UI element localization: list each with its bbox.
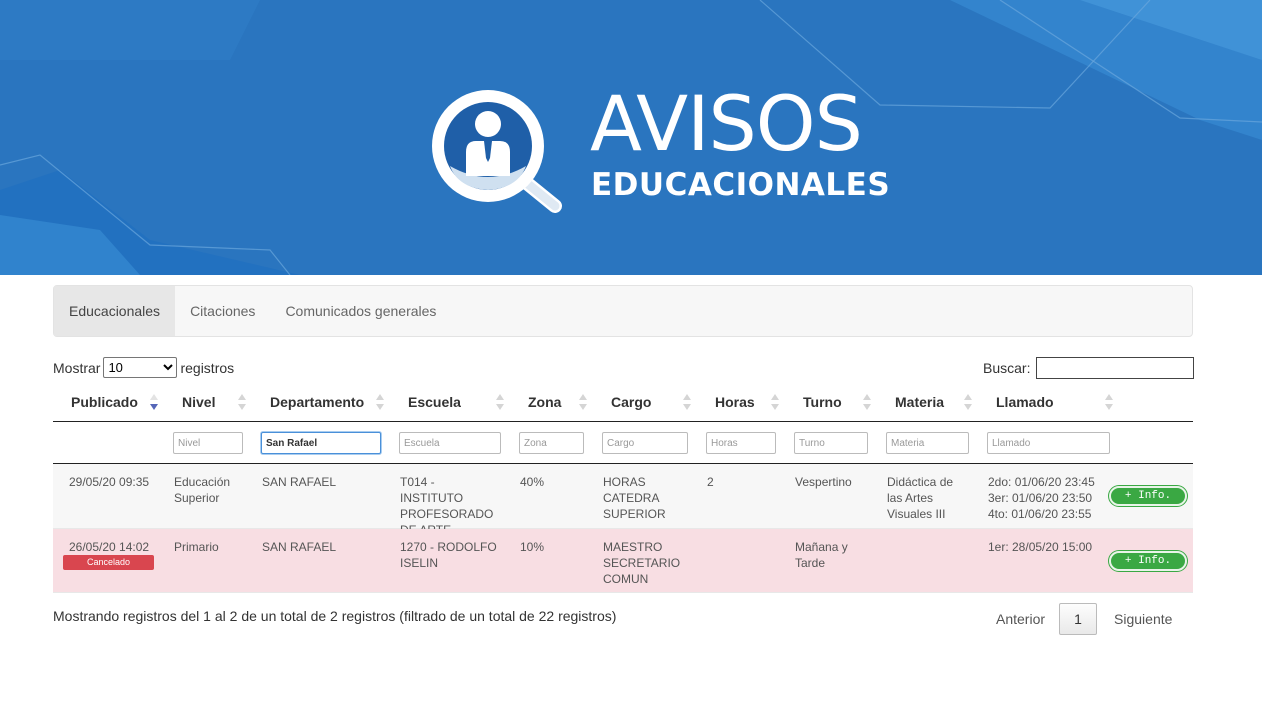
page-length-control: Mostrar 10 registros [53,357,234,378]
llamado-line: 4to: 01/06/20 23:55 [988,507,1092,521]
filter-turno-input[interactable] [794,432,868,454]
column-header-escuela[interactable]: Escuela [408,385,461,422]
notices-table: Publicado Nivel Departamento Escuela Zon… [53,385,1193,593]
filter-departamento-input[interactable] [261,432,381,454]
cell-turno: Mañana y Tarde [795,540,848,570]
cell-llamado: 1er: 28/05/20 15:00 [988,539,1103,555]
column-filters [53,422,1193,464]
filter-zona-input[interactable] [519,432,584,454]
length-prefix: Mostrar [53,359,101,376]
cell-nivel: Primario [174,540,219,554]
sort-desc-icon[interactable] [150,394,158,410]
search-label: Buscar: [983,360,1031,376]
column-header-turno[interactable]: Turno [803,385,842,422]
logo-subtitle: EDUCACIONALES [591,167,891,203]
cell-departamento: SAN RAFAEL [262,475,337,489]
cell-zona: 40% [520,475,545,489]
column-header-zona[interactable]: Zona [528,385,561,422]
llamado-line: 2do: 01/06/20 23:45 [988,475,1095,489]
filter-materia-input[interactable] [886,432,969,454]
sort-icon[interactable] [964,394,972,410]
page-1-button[interactable]: 1 [1059,603,1098,635]
filter-horas-input[interactable] [706,432,776,454]
filter-llamado-input[interactable] [987,432,1110,454]
logo-title: AVISOS [590,79,863,168]
sort-icon[interactable] [1105,394,1113,410]
column-header-materia[interactable]: Materia [895,385,944,422]
cell-cargo: HORAS CATEDRA SUPERIOR [603,475,666,521]
previous-page-button[interactable]: Anterior [984,603,1057,635]
column-header-publicado[interactable]: Publicado [71,385,138,422]
search-control: Buscar: [983,357,1195,379]
tab-educacionales[interactable]: Educacionales [54,286,176,336]
cell-departamento: SAN RAFAEL [262,540,337,554]
sort-icon[interactable] [863,394,871,410]
header-banner: AVISOS EDUCACIONALES [0,0,1262,275]
column-header-llamado[interactable]: Llamado [996,385,1054,422]
llamado-line: 1er: 28/05/20 15:00 [988,540,1093,554]
filter-nivel-input[interactable] [173,432,243,454]
search-person-logo-icon [432,90,562,213]
cell-zona: 10% [520,540,545,554]
notice-tabs: Educacionales Citaciones Comunicados gen… [53,285,1193,337]
cell-llamado: 2do: 01/06/20 23:45 3er: 01/06/20 23:50 … [988,474,1103,522]
column-header-nivel[interactable]: Nivel [182,385,215,422]
sort-icon[interactable] [579,394,587,410]
cell-materia: Didáctica de las Artes Visuales III [887,475,954,521]
table-row: 29/05/20 09:35 Educación Superior SAN RA… [53,464,1193,537]
sort-icon[interactable] [496,394,504,410]
status-badge: Cancelado [63,555,154,570]
sort-icon[interactable] [771,394,779,410]
next-page-button[interactable]: Siguiente [1099,603,1187,635]
sort-icon[interactable] [683,394,691,410]
llamado-line: 3er: 01/06/20 23:50 [988,491,1093,505]
filter-cargo-input[interactable] [602,432,688,454]
info-button[interactable]: + Info. [1109,551,1187,571]
search-input[interactable] [1036,357,1195,379]
cell-publicado: 29/05/20 09:35 [69,475,150,489]
cell-nivel: Educación Superior [174,475,231,505]
cell-cargo: MAESTRO SECRETARIO COMUN [603,540,681,586]
cell-escuela: 1270 - RODOLFO ISELIN [400,540,497,570]
column-header-departamento[interactable]: Departamento [270,385,364,422]
cell-turno: Vespertino [795,475,852,489]
sort-icon[interactable] [376,394,384,410]
cell-publicado: 26/05/20 14:02 [69,540,150,554]
page-length-select[interactable]: 10 [103,357,178,378]
table-info: Mostrando registros del 1 al 2 de un tot… [53,608,617,624]
tab-citaciones[interactable]: Citaciones [175,286,270,336]
info-button[interactable]: + Info. [1109,486,1187,506]
column-header-cargo[interactable]: Cargo [611,385,651,422]
filter-escuela-input[interactable] [399,432,501,454]
sort-icon[interactable] [238,394,246,410]
column-header-horas[interactable]: Horas [715,385,755,422]
table-row-cancelled: 26/05/20 14:02 Cancelado Primario SAN RA… [53,529,1193,593]
pagination: Anterior 1 Siguiente [984,603,1187,635]
table-header: Publicado Nivel Departamento Escuela Zon… [53,385,1193,422]
length-suffix: registros [180,359,235,376]
tab-comunicados-generales[interactable]: Comunicados generales [270,286,451,336]
cell-horas: 2 [707,475,714,489]
